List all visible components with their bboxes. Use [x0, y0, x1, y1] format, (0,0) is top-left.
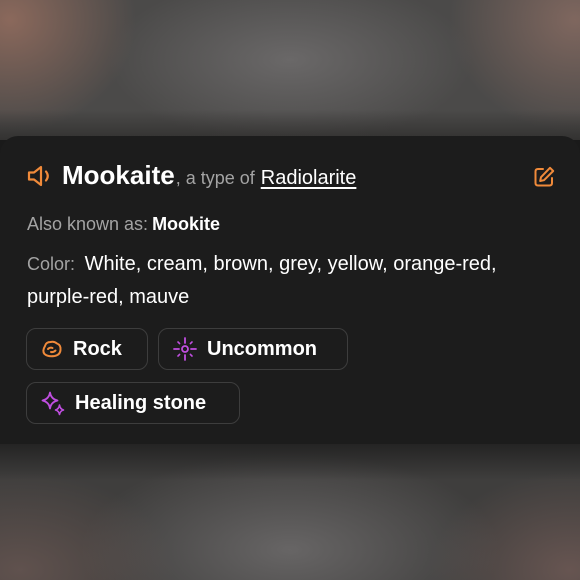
tag-uncommon[interactable]: Uncommon	[158, 328, 348, 370]
rock-icon	[42, 340, 62, 358]
tag-healing-stone[interactable]: Healing stone	[26, 382, 240, 424]
color-row: Color: White, cream, brown, grey, yellow…	[27, 248, 547, 314]
tag-label: Healing stone	[75, 391, 207, 414]
color-value: White, cream, brown, grey, yellow, orang…	[27, 253, 497, 308]
tag-label: Rock	[73, 337, 122, 360]
speaker-icon[interactable]	[26, 164, 56, 188]
also-known-as-value: Mookite	[152, 214, 221, 234]
stone-photo-bottom	[0, 440, 580, 580]
stone-name: Mookaite	[62, 160, 175, 190]
sparkles-icon	[41, 391, 65, 416]
stone-photo-top	[0, 0, 580, 140]
type-of-text: , a type of	[175, 168, 255, 188]
tag-label: Uncommon	[207, 337, 317, 360]
title-row: Mookaite , a type of Radiolarite	[26, 160, 356, 191]
stone-detail-screen: Mookaite , a type of Radiolarite Also kn…	[0, 0, 580, 580]
also-known-as-label: Also known as:	[27, 214, 149, 234]
also-known-as: Also known as: Mookite	[27, 214, 220, 235]
sparkle-target-icon	[173, 337, 197, 361]
stone-info-card: Mookaite , a type of Radiolarite Also kn…	[0, 136, 580, 444]
parent-type-link[interactable]: Radiolarite	[261, 167, 357, 190]
edit-icon[interactable]	[532, 165, 556, 189]
color-label: Color:	[27, 254, 76, 274]
tag-rock[interactable]: Rock	[26, 328, 148, 370]
